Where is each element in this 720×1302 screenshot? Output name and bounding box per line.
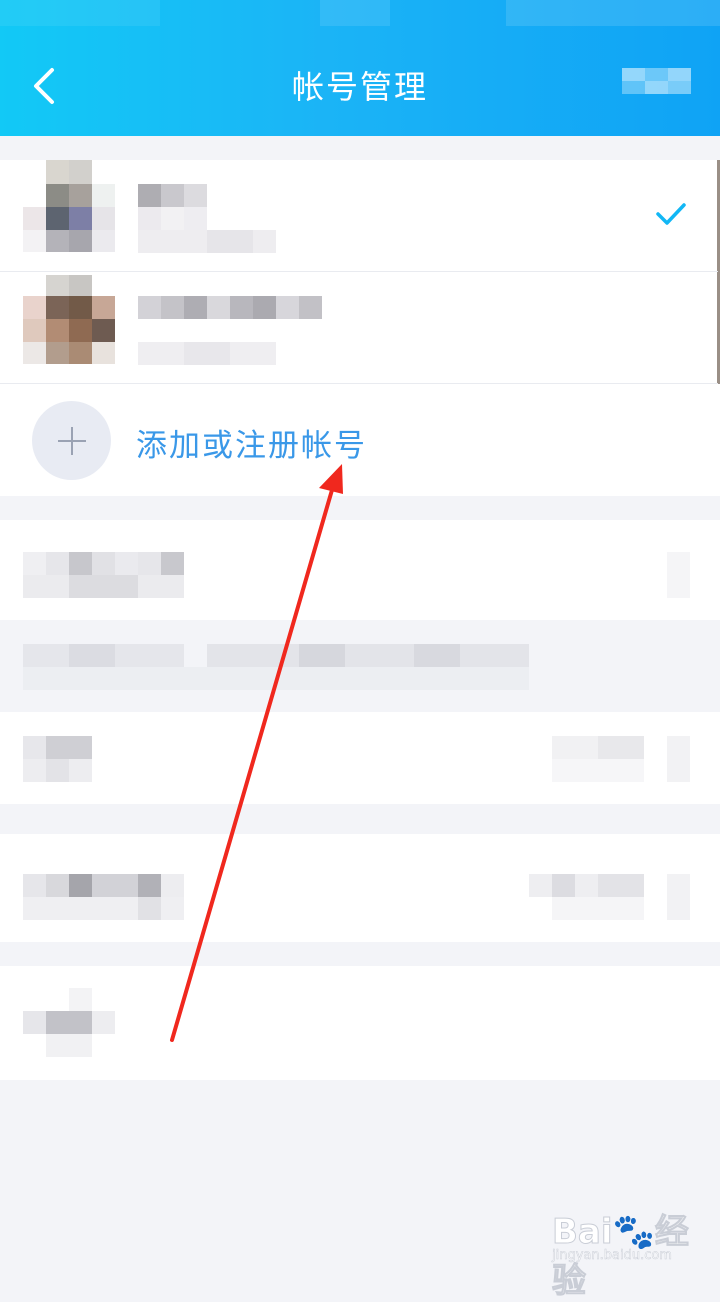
- watermark-url: jingyan.baidu.com: [552, 1248, 672, 1264]
- blurred-status-bar: [0, 0, 160, 26]
- account-row-2[interactable]: [0, 272, 718, 384]
- add-account-button[interactable]: 添加或注册帐号: [0, 384, 720, 496]
- plus-icon: [32, 401, 111, 480]
- account-list: 添加或注册帐号: [0, 160, 720, 496]
- avatar: [23, 272, 115, 364]
- settings-row-2[interactable]: [0, 712, 720, 804]
- account-row-1[interactable]: [0, 160, 718, 272]
- avatar: [23, 160, 115, 252]
- settings-row-1[interactable]: [0, 520, 720, 620]
- blurred-status-bar-segment: [506, 0, 720, 26]
- blurred-status-bar-segment: [320, 0, 390, 26]
- settings-row-4[interactable]: [0, 966, 720, 1080]
- add-account-label: 添加或注册帐号: [136, 428, 367, 464]
- checkmark-icon: [656, 203, 686, 225]
- settings-row-3[interactable]: [0, 834, 720, 942]
- header-bar: 帐号管理: [0, 0, 720, 136]
- baidu-jingyan-watermark: Bai🐾经验 jingyan.baidu.com: [552, 1204, 692, 1302]
- page-title: 帐号管理: [291, 68, 428, 106]
- blurred-header-action[interactable]: [622, 68, 691, 94]
